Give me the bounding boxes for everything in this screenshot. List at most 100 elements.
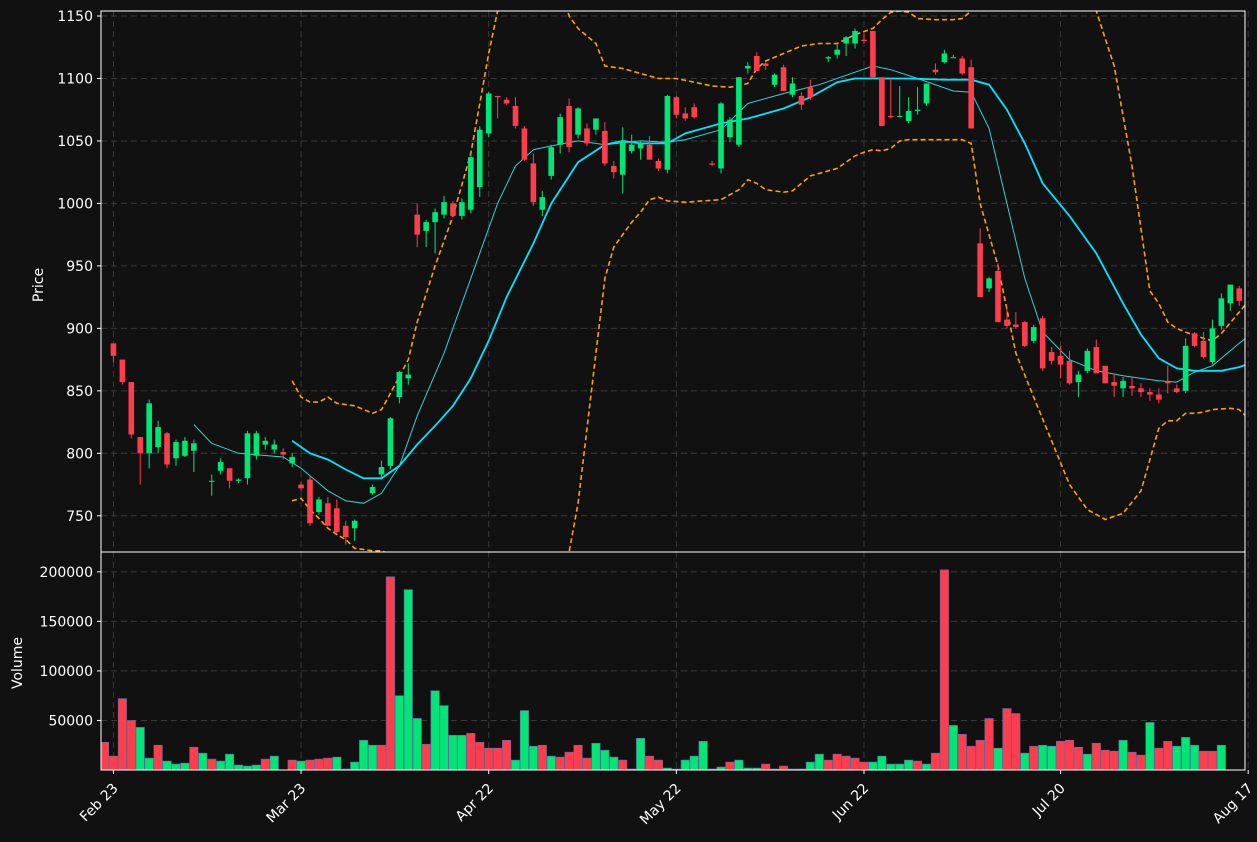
candle [316, 497, 322, 515]
volume-bar [1056, 740, 1066, 770]
candle-body [736, 77, 742, 145]
price-tick-label: 850 [66, 384, 93, 400]
volume-bar [101, 741, 110, 770]
volume-bar [216, 760, 226, 770]
candle-body [923, 83, 930, 104]
candle-body [905, 110, 912, 121]
candle-body [298, 484, 304, 489]
candle [119, 359, 126, 385]
volume-bar [877, 755, 887, 770]
candle-body [351, 520, 358, 529]
candle-body [664, 95, 671, 170]
volume-bar [1136, 754, 1146, 770]
candle [959, 55, 966, 75]
volume-bar [823, 759, 833, 770]
volume-bar [930, 752, 940, 770]
candle-body [807, 87, 814, 98]
candle [548, 144, 555, 180]
volume-bar [323, 757, 333, 770]
candle-body [610, 165, 617, 173]
candle-body [941, 53, 948, 63]
price-tick-label: 900 [66, 321, 93, 337]
volume-bar [779, 765, 789, 770]
volume-bar [725, 761, 735, 770]
candle-body [1084, 350, 1091, 371]
candle-body [1013, 324, 1019, 328]
candle-body [369, 487, 376, 494]
volume-bar [1109, 750, 1119, 770]
volume-bar [242, 765, 252, 770]
candle-body [575, 108, 581, 135]
candle-body [289, 457, 295, 464]
candle [718, 102, 724, 174]
volume-bar [180, 762, 190, 770]
candle-body [1057, 355, 1064, 365]
candle [1218, 293, 1225, 330]
volume-bar [1100, 749, 1110, 770]
candle-body [1209, 328, 1216, 363]
candle [1102, 365, 1109, 384]
volume-bar [957, 734, 967, 770]
candle-body [887, 115, 894, 118]
price-tick-label: 1100 [57, 71, 93, 87]
candle-body [602, 130, 608, 164]
candle-body [896, 115, 903, 117]
candle-body [646, 144, 653, 160]
candle-body [119, 359, 126, 383]
candle-body [619, 140, 626, 175]
candle [1022, 320, 1028, 348]
candle-body [753, 55, 760, 71]
volume-bar [1172, 745, 1182, 770]
volume-bar [1064, 739, 1074, 770]
volume-bar [198, 752, 208, 770]
candle-body [566, 105, 572, 148]
candle-body [834, 49, 840, 55]
candle-body [1120, 380, 1126, 389]
volume-bar [734, 759, 744, 770]
volume-bar [645, 755, 655, 770]
date-tick-label: May 22 [637, 781, 685, 829]
price-tick-label: 1050 [57, 134, 93, 150]
candle-body [995, 270, 1001, 323]
candle-body [950, 57, 957, 59]
candle-body [771, 74, 778, 85]
price-tick-label: 800 [66, 446, 93, 462]
volume-tick-label: 150000 [40, 614, 93, 630]
volume-bar [868, 761, 878, 770]
candle [164, 432, 170, 469]
volume-bar [332, 756, 342, 770]
volume-bar [439, 705, 449, 770]
candle-body [1039, 318, 1046, 369]
candle-body [1075, 374, 1082, 383]
volume-bar [126, 720, 136, 770]
volume-bar [260, 758, 270, 770]
volume-tick-label: 100000 [40, 664, 93, 680]
volume-bar [591, 742, 601, 770]
candle-body [530, 163, 537, 203]
volume-bar [314, 758, 324, 770]
candle [923, 83, 930, 106]
candle-body [879, 77, 885, 126]
volume-bar [225, 753, 235, 770]
volume-bar [689, 755, 699, 770]
candle [968, 59, 974, 129]
price-tick-label: 950 [66, 259, 93, 275]
candle-body [128, 382, 135, 435]
candle-body [843, 37, 849, 44]
date-tick-label: Mar 23 [264, 781, 310, 827]
candle-body [316, 499, 322, 513]
candle-body [173, 442, 179, 459]
volume-bar [698, 740, 708, 770]
candle-body [262, 440, 269, 445]
volume-bar [1207, 750, 1217, 770]
candle-body [637, 143, 644, 149]
candle [736, 77, 742, 148]
candle-body [1102, 365, 1109, 384]
volume-bar [653, 759, 663, 770]
candle-body [182, 440, 188, 456]
candle-body [1048, 352, 1055, 361]
candle [128, 382, 135, 439]
volume-bar [135, 727, 145, 770]
candle [307, 475, 313, 526]
volume-bar [537, 744, 547, 770]
